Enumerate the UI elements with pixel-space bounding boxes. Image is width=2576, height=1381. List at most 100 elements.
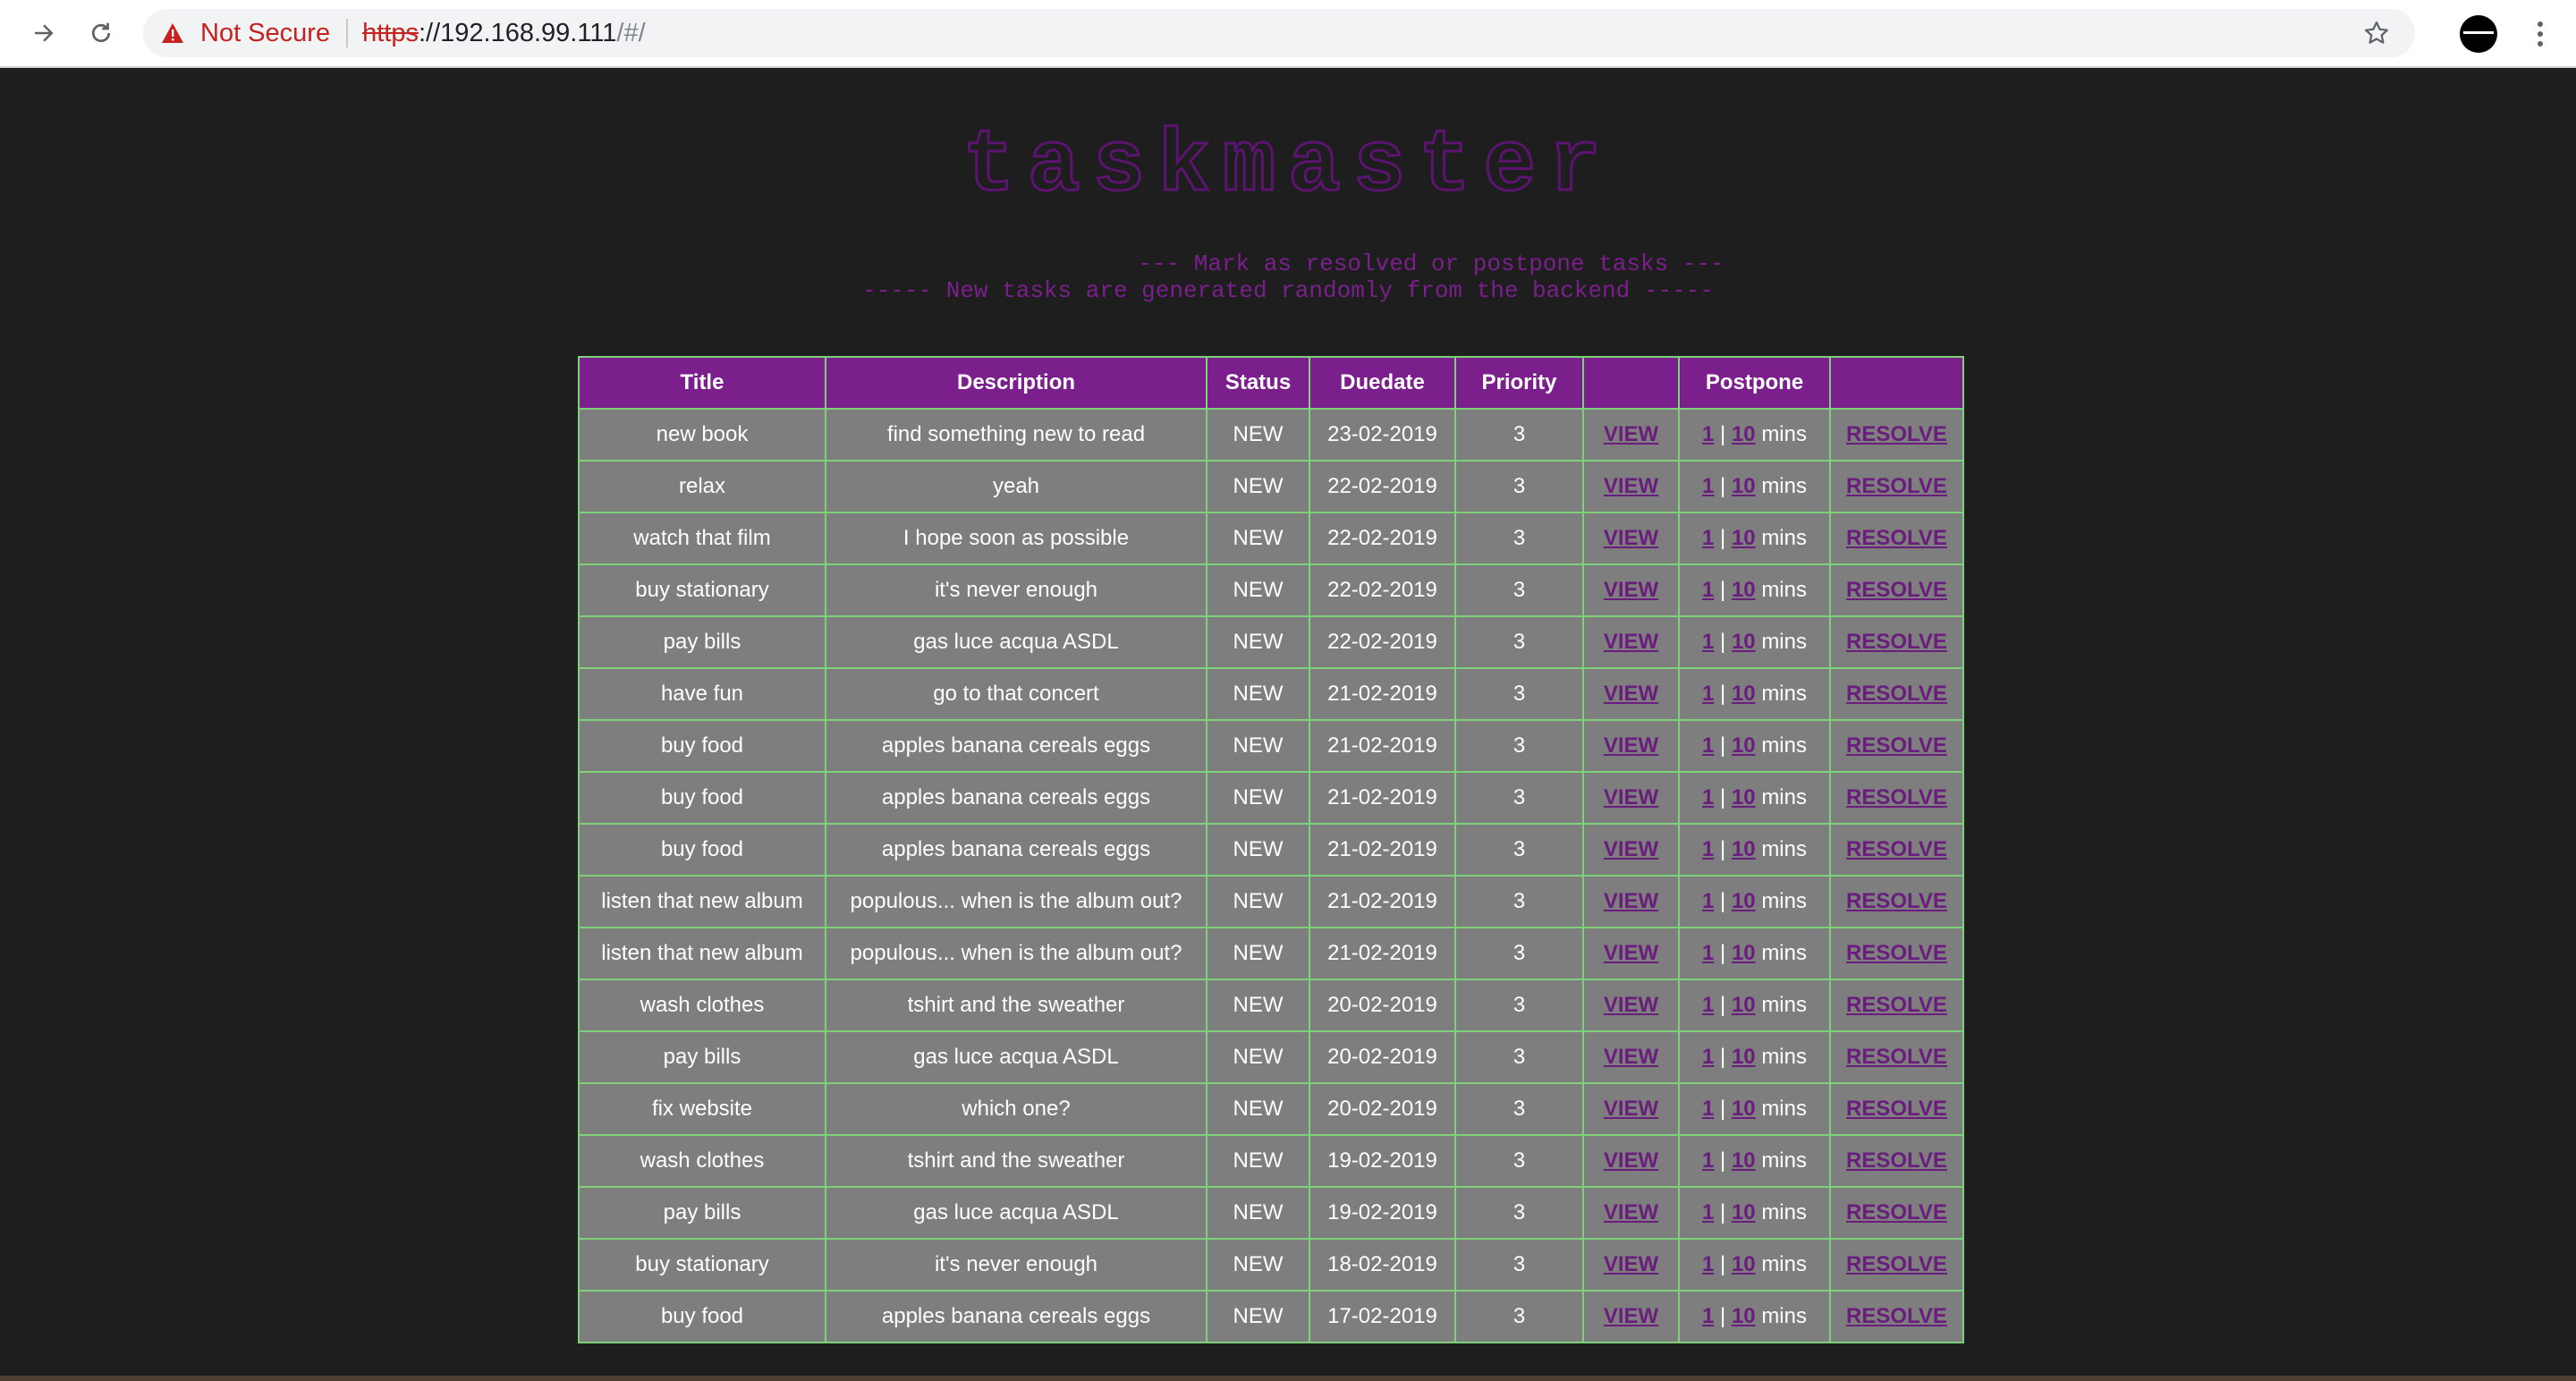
cell-status: NEW bbox=[1206, 1290, 1310, 1343]
postpone-10-link[interactable]: 10 bbox=[1732, 1304, 1756, 1328]
view-link[interactable]: VIEW bbox=[1604, 422, 1658, 446]
postpone-unit: mins bbox=[1761, 1045, 1807, 1069]
postpone-10-link[interactable]: 10 bbox=[1732, 474, 1756, 498]
postpone-1-link[interactable]: 1 bbox=[1702, 1304, 1714, 1328]
postpone-1-link[interactable]: 1 bbox=[1702, 526, 1714, 550]
table-header-row: Title Description Status Duedate Priorit… bbox=[578, 356, 1964, 410]
resolve-link[interactable]: RESOLVE bbox=[1846, 682, 1947, 706]
resolve-link[interactable]: RESOLVE bbox=[1846, 474, 1947, 498]
cell-status: NEW bbox=[1206, 1082, 1310, 1136]
view-link[interactable]: VIEW bbox=[1604, 682, 1658, 706]
address-bar[interactable]: Not Secure https://192.168.99.111/#/ bbox=[143, 9, 2415, 57]
postpone-1-link[interactable]: 1 bbox=[1702, 785, 1714, 809]
table-row: pay bills gas luce acqua ASDL NEW 22-02-201… bbox=[578, 615, 1964, 669]
resolve-link[interactable]: RESOLVE bbox=[1846, 1252, 1947, 1276]
resolve-link[interactable]: RESOLVE bbox=[1846, 422, 1947, 446]
resolve-link[interactable]: RESOLVE bbox=[1846, 1304, 1947, 1328]
resolve-link[interactable]: RESOLVE bbox=[1846, 1045, 1947, 1069]
postpone-10-link[interactable]: 10 bbox=[1732, 1148, 1756, 1173]
postpone-1-link[interactable]: 1 bbox=[1702, 941, 1714, 965]
cell-title: buy food bbox=[578, 823, 826, 877]
cell-duedate: 20-02-2019 bbox=[1309, 1030, 1456, 1084]
view-link[interactable]: VIEW bbox=[1604, 474, 1658, 498]
resolve-link[interactable]: RESOLVE bbox=[1846, 578, 1947, 602]
postpone-10-link[interactable]: 10 bbox=[1732, 1252, 1756, 1276]
view-link[interactable]: VIEW bbox=[1604, 630, 1658, 654]
avatar[interactable] bbox=[2460, 15, 2497, 53]
view-link[interactable]: VIEW bbox=[1604, 785, 1658, 809]
cell-resolve: RESOLVE bbox=[1829, 1134, 1964, 1188]
postpone-10-link[interactable]: 10 bbox=[1732, 889, 1756, 913]
postpone-10-link[interactable]: 10 bbox=[1732, 993, 1756, 1017]
view-link[interactable]: VIEW bbox=[1604, 1148, 1658, 1173]
postpone-1-link[interactable]: 1 bbox=[1702, 1097, 1714, 1121]
cell-duedate: 23-02-2019 bbox=[1309, 408, 1456, 462]
postpone-1-link[interactable]: 1 bbox=[1702, 422, 1714, 446]
view-link[interactable]: VIEW bbox=[1604, 1097, 1658, 1121]
postpone-1-link[interactable]: 1 bbox=[1702, 474, 1714, 498]
resolve-link[interactable]: RESOLVE bbox=[1846, 1148, 1947, 1173]
postpone-1-link[interactable]: 1 bbox=[1702, 1148, 1714, 1173]
postpone-1-link[interactable]: 1 bbox=[1702, 837, 1714, 861]
cell-priority: 3 bbox=[1454, 667, 1584, 721]
postpone-10-link[interactable]: 10 bbox=[1732, 682, 1756, 706]
view-link[interactable]: VIEW bbox=[1604, 578, 1658, 602]
view-link[interactable]: VIEW bbox=[1604, 1045, 1658, 1069]
forward-button[interactable] bbox=[23, 13, 64, 54]
bookmark-button[interactable] bbox=[2358, 14, 2395, 52]
postpone-1-link[interactable]: 1 bbox=[1702, 682, 1714, 706]
resolve-link[interactable]: RESOLVE bbox=[1846, 733, 1947, 758]
view-link[interactable]: VIEW bbox=[1604, 733, 1658, 758]
resolve-link[interactable]: RESOLVE bbox=[1846, 837, 1947, 861]
postpone-10-link[interactable]: 10 bbox=[1732, 941, 1756, 965]
cell-view: VIEW bbox=[1582, 1134, 1680, 1188]
resolve-link[interactable]: RESOLVE bbox=[1846, 1200, 1947, 1224]
resolve-link[interactable]: RESOLVE bbox=[1846, 889, 1947, 913]
view-link[interactable]: VIEW bbox=[1604, 941, 1658, 965]
postpone-1-link[interactable]: 1 bbox=[1702, 733, 1714, 758]
resolve-link[interactable]: RESOLVE bbox=[1846, 1097, 1947, 1121]
postpone-10-link[interactable]: 10 bbox=[1732, 1097, 1756, 1121]
postpone-10-link[interactable]: 10 bbox=[1732, 1200, 1756, 1224]
postpone-10-link[interactable]: 10 bbox=[1732, 422, 1756, 446]
security-status-label[interactable]: Not Secure bbox=[200, 19, 330, 48]
cell-title: pay bills bbox=[578, 1030, 826, 1084]
header-resolve bbox=[1829, 356, 1964, 410]
reload-button[interactable] bbox=[80, 13, 122, 54]
cell-status: NEW bbox=[1206, 1030, 1310, 1084]
postpone-1-link[interactable]: 1 bbox=[1702, 630, 1714, 654]
cell-description: populous... when is the album out? bbox=[825, 927, 1208, 980]
cell-status: NEW bbox=[1206, 1134, 1310, 1188]
postpone-10-link[interactable]: 10 bbox=[1732, 733, 1756, 758]
cell-duedate: 18-02-2019 bbox=[1309, 1238, 1456, 1292]
more-vertical-icon[interactable] bbox=[2521, 14, 2560, 54]
resolve-link[interactable]: RESOLVE bbox=[1846, 993, 1947, 1017]
view-link[interactable]: VIEW bbox=[1604, 526, 1658, 550]
postpone-1-link[interactable]: 1 bbox=[1702, 1045, 1714, 1069]
resolve-link[interactable]: RESOLVE bbox=[1846, 941, 1947, 965]
cell-priority: 3 bbox=[1454, 615, 1584, 669]
resolve-link[interactable]: RESOLVE bbox=[1846, 630, 1947, 654]
postpone-10-link[interactable]: 10 bbox=[1732, 578, 1756, 602]
postpone-1-link[interactable]: 1 bbox=[1702, 1252, 1714, 1276]
view-link[interactable]: VIEW bbox=[1604, 993, 1658, 1017]
resolve-link[interactable]: RESOLVE bbox=[1846, 785, 1947, 809]
postpone-10-link[interactable]: 10 bbox=[1732, 837, 1756, 861]
postpone-1-link[interactable]: 1 bbox=[1702, 889, 1714, 913]
view-link[interactable]: VIEW bbox=[1604, 1200, 1658, 1224]
resolve-link[interactable]: RESOLVE bbox=[1846, 526, 1947, 550]
view-link[interactable]: VIEW bbox=[1604, 1304, 1658, 1328]
header-status: Status bbox=[1206, 356, 1310, 410]
url-text[interactable]: https://192.168.99.111/#/ bbox=[362, 19, 646, 48]
postpone-10-link[interactable]: 10 bbox=[1732, 526, 1756, 550]
view-link[interactable]: VIEW bbox=[1604, 889, 1658, 913]
postpone-10-link[interactable]: 10 bbox=[1732, 1045, 1756, 1069]
postpone-10-link[interactable]: 10 bbox=[1732, 630, 1756, 654]
postpone-10-link[interactable]: 10 bbox=[1732, 785, 1756, 809]
cell-postpone: 1 | 10 mins bbox=[1678, 1082, 1831, 1136]
postpone-1-link[interactable]: 1 bbox=[1702, 578, 1714, 602]
postpone-1-link[interactable]: 1 bbox=[1702, 993, 1714, 1017]
view-link[interactable]: VIEW bbox=[1604, 1252, 1658, 1276]
view-link[interactable]: VIEW bbox=[1604, 837, 1658, 861]
postpone-1-link[interactable]: 1 bbox=[1702, 1200, 1714, 1224]
